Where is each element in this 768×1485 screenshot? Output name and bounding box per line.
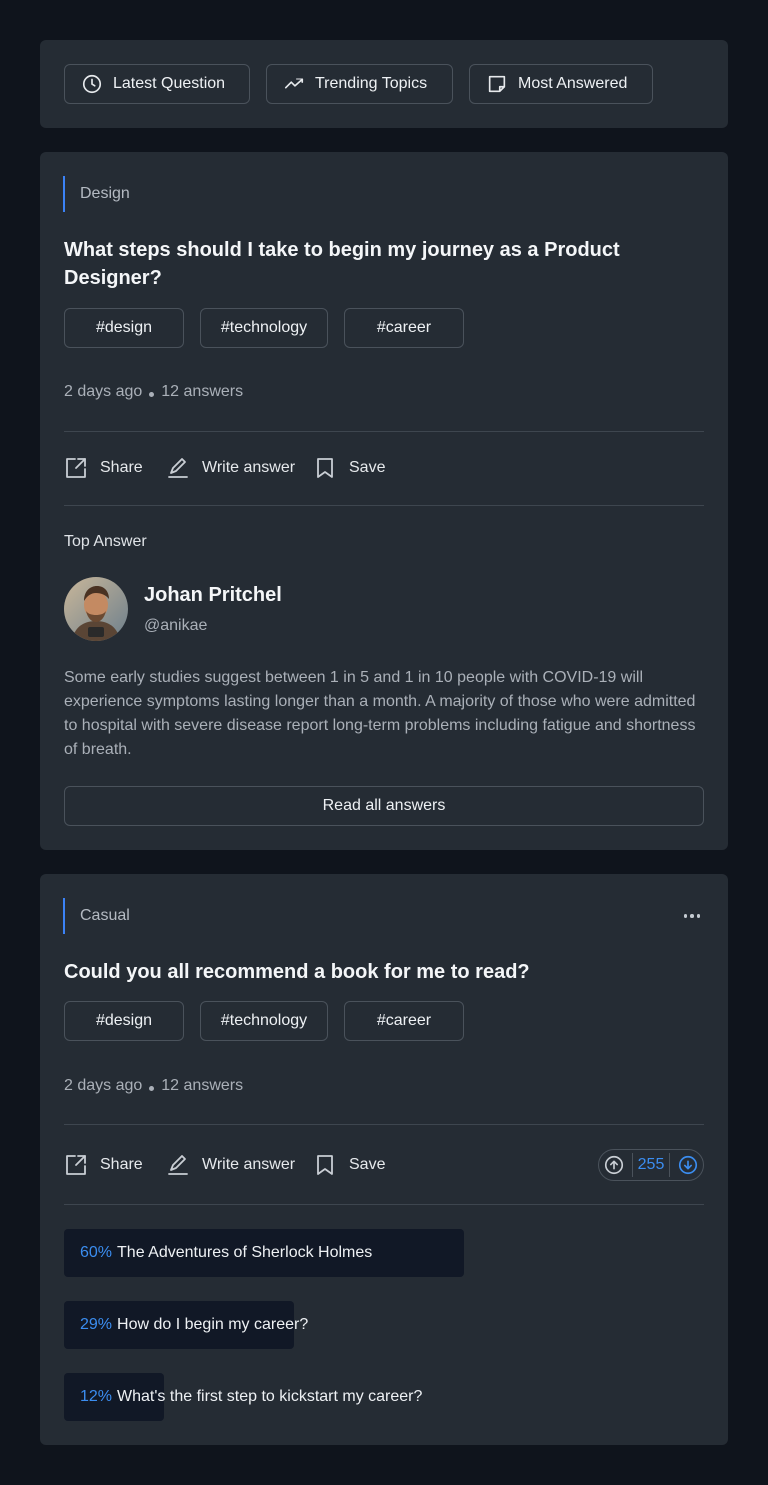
- question-title[interactable]: What steps should I take to begin my jou…: [64, 236, 684, 292]
- tag-design[interactable]: #design: [64, 1001, 184, 1041]
- avatar[interactable]: [64, 577, 128, 641]
- divider: [64, 505, 704, 506]
- share-button[interactable]: Share: [64, 1151, 143, 1179]
- answer-text: Some early studies suggest between 1 in …: [64, 669, 696, 758]
- save-label: Save: [349, 1156, 386, 1173]
- divider: [64, 1124, 704, 1125]
- poll-option[interactable]: 29% How do I begin my career?: [64, 1301, 704, 1349]
- filter-label: Latest Question: [113, 75, 226, 92]
- read-all-answers-button[interactable]: Read all answers: [64, 786, 704, 826]
- poll-option[interactable]: 12% What's the first step to kickstart m…: [64, 1373, 704, 1421]
- question-meta: 2 days ago 12 answers: [64, 1077, 243, 1095]
- filter-bar: Latest Question Trending Topics Most Ans…: [40, 40, 728, 128]
- write-answer-button[interactable]: Write answer: [166, 1151, 295, 1179]
- filter-trending-topics[interactable]: Trending Topics: [266, 64, 453, 104]
- more-dot: [690, 914, 694, 918]
- question-card: Casual Could you all recommend a book fo…: [40, 874, 728, 1445]
- more-dot: [683, 914, 688, 918]
- poll-label: What's the first step to kickstart my ca…: [117, 1388, 423, 1405]
- upvote-icon[interactable]: [603, 1154, 625, 1176]
- tag-design[interactable]: #design: [64, 308, 184, 348]
- filter-label: Most Answered: [518, 75, 628, 92]
- question-title[interactable]: Could you all recommend a book for me to…: [64, 958, 684, 986]
- save-button[interactable]: Save: [313, 1151, 385, 1179]
- clock-icon: [82, 74, 102, 94]
- poll-option-text: 60% The Adventures of Sherlock Holmes: [80, 1229, 372, 1277]
- posted-time: 2 days ago: [64, 383, 143, 400]
- top-answer-label: Top Answer: [64, 533, 147, 550]
- share-label: Share: [100, 1156, 143, 1173]
- divider: [64, 431, 704, 432]
- divider: [64, 1204, 704, 1205]
- poll-option-text: 12% What's the first step to kickstart m…: [80, 1373, 422, 1421]
- note-icon: [488, 75, 506, 93]
- more-options-button[interactable]: [680, 904, 704, 928]
- answer-count: 12 answers: [161, 1077, 244, 1094]
- save-label: Save: [349, 459, 386, 476]
- filter-most-answered[interactable]: Most Answered: [469, 64, 653, 104]
- poll-option[interactable]: 60% The Adventures of Sherlock Holmes: [64, 1229, 704, 1277]
- separator-dot: [149, 1085, 155, 1091]
- write-answer-button[interactable]: Write answer: [166, 454, 295, 482]
- more-dot: [696, 914, 701, 918]
- pencil-icon: [168, 1155, 188, 1175]
- write-answer-label: Write answer: [202, 459, 296, 476]
- bookmark-icon: [317, 1155, 333, 1175]
- tag-career[interactable]: #career: [344, 308, 464, 348]
- vote-count: 255: [631, 1153, 671, 1177]
- poll-percent: 12%: [80, 1388, 113, 1405]
- bookmark-icon: [317, 458, 333, 478]
- author-handle: @anikae: [144, 617, 208, 634]
- filter-latest-question[interactable]: Latest Question: [64, 64, 250, 104]
- tag-technology[interactable]: #technology: [200, 1001, 328, 1041]
- category-label: Casual: [63, 898, 130, 934]
- tag-career[interactable]: #career: [344, 1001, 464, 1041]
- downvote-icon[interactable]: [677, 1154, 699, 1176]
- share-icon: [66, 1155, 86, 1175]
- filter-label: Trending Topics: [315, 75, 428, 92]
- trending-up-icon: [284, 78, 304, 89]
- question-card: Design What steps should I take to begin…: [40, 152, 728, 850]
- avatar-image: [64, 577, 128, 641]
- posted-time: 2 days ago: [64, 1077, 143, 1094]
- question-meta: 2 days ago 12 answers: [64, 383, 243, 401]
- separator-dot: [149, 391, 155, 397]
- pencil-icon: [168, 458, 188, 478]
- category-label: Design: [63, 176, 130, 212]
- share-label: Share: [100, 459, 143, 476]
- poll-label: How do I begin my career?: [117, 1316, 309, 1333]
- poll-label: The Adventures of Sherlock Holmes: [117, 1244, 373, 1261]
- tag-technology[interactable]: #technology: [200, 308, 328, 348]
- author-name[interactable]: Johan Pritchel: [144, 584, 282, 607]
- write-answer-label: Write answer: [202, 1156, 296, 1173]
- share-icon: [66, 458, 86, 478]
- poll-option-text: 29% How do I begin my career?: [80, 1301, 308, 1349]
- poll-percent: 29%: [80, 1316, 113, 1333]
- share-button[interactable]: Share: [64, 454, 143, 482]
- poll-percent: 60%: [80, 1244, 113, 1261]
- vote-control: 255: [598, 1149, 704, 1181]
- save-button[interactable]: Save: [313, 454, 385, 482]
- answer-count: 12 answers: [161, 383, 244, 400]
